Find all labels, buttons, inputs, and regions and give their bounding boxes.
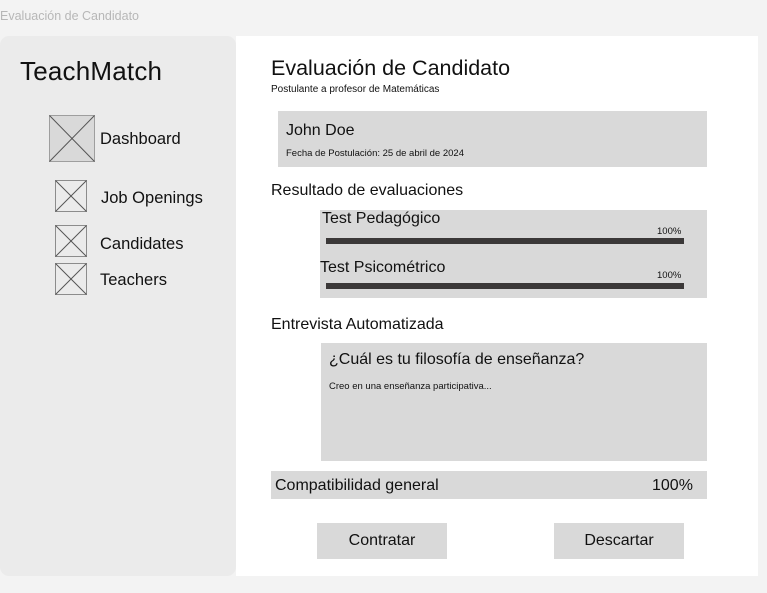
sidebar-item-label: Dashboard bbox=[100, 130, 181, 148]
test-label: Test Psicométrico bbox=[320, 259, 446, 276]
page-subtitle: Postulante a profesor de Matemáticas bbox=[271, 84, 440, 95]
sidebar-item-label: Job Openings bbox=[101, 189, 203, 207]
compatibility-label: Compatibilidad general bbox=[275, 477, 439, 494]
sidebar-item-label: Teachers bbox=[100, 271, 167, 289]
image-placeholder-icon bbox=[55, 180, 87, 212]
sidebar-item-dashboard[interactable]: Dashboard bbox=[49, 115, 189, 162]
sidebar-item-candidates[interactable]: Candidates bbox=[55, 225, 195, 257]
page-title: Evaluación de Candidato bbox=[271, 56, 511, 80]
sidebar-item-job-openings[interactable]: Job Openings bbox=[55, 180, 207, 212]
compatibility-value: 100% bbox=[652, 477, 693, 494]
window-title: Evaluación de Candidato bbox=[0, 9, 139, 23]
image-placeholder-icon bbox=[55, 263, 87, 295]
sidebar-item-label: Candidates bbox=[100, 235, 184, 253]
test-percent: 100% bbox=[657, 226, 682, 237]
app-logo-text: TeachMatch bbox=[20, 56, 163, 86]
test-label: Test Pedagógico bbox=[322, 210, 441, 227]
interview-question: ¿Cuál es tu filosofía de enseñanza? bbox=[329, 351, 585, 368]
test-progress-bar bbox=[326, 283, 684, 289]
test-progress-bar bbox=[326, 238, 684, 244]
progress-fill bbox=[326, 283, 684, 289]
image-placeholder-icon bbox=[49, 115, 95, 162]
sidebar-item-teachers[interactable]: Teachers bbox=[55, 263, 195, 295]
discard-button[interactable]: Descartar bbox=[554, 523, 684, 559]
evaluations-heading: Resultado de evaluaciones bbox=[271, 182, 464, 199]
hire-button[interactable]: Contratar bbox=[317, 523, 447, 559]
application-date: Fecha de Postulación: 25 de abril de 202… bbox=[286, 148, 464, 159]
candidate-name: John Doe bbox=[286, 122, 355, 139]
test-percent: 100% bbox=[657, 270, 682, 281]
progress-fill bbox=[326, 238, 684, 244]
image-placeholder-icon bbox=[55, 225, 87, 257]
interview-heading: Entrevista Automatizada bbox=[271, 316, 444, 333]
interview-answer: Creo en una enseñanza participativa... bbox=[329, 381, 492, 392]
